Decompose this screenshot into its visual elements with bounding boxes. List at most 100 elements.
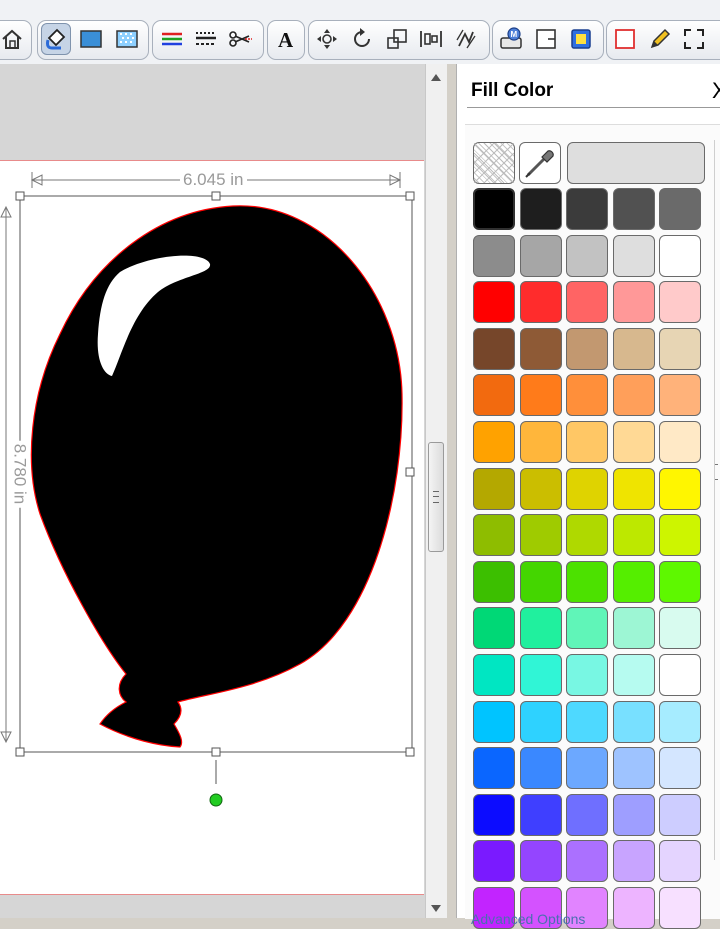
- color-swatch[interactable]: [659, 467, 702, 510]
- color-swatch[interactable]: [566, 514, 609, 557]
- color-swatch[interactable]: [612, 747, 655, 790]
- color-swatch[interactable]: [566, 840, 609, 883]
- advanced-options-link[interactable]: Advanced Options: [471, 911, 585, 927]
- color-swatch[interactable]: [659, 234, 702, 277]
- color-swatch[interactable]: [612, 887, 655, 929]
- color-swatch[interactable]: [519, 793, 562, 836]
- color-swatch[interactable]: [519, 840, 562, 883]
- fill-color-button[interactable]: [41, 23, 71, 55]
- color-swatch[interactable]: [519, 654, 562, 696]
- color-swatch[interactable]: [612, 327, 655, 370]
- cut-style-button[interactable]: [225, 23, 255, 55]
- home-button[interactable]: [0, 23, 27, 55]
- color-swatch[interactable]: [473, 654, 515, 696]
- add-page-button[interactable]: [531, 23, 561, 55]
- handle-top-left[interactable]: [15, 191, 25, 201]
- color-swatch[interactable]: [519, 327, 562, 370]
- fullscreen-button[interactable]: [679, 23, 709, 55]
- color-swatch[interactable]: [612, 234, 655, 277]
- fill-solid-button[interactable]: [76, 23, 106, 55]
- color-swatch[interactable]: [519, 421, 562, 463]
- color-swatch[interactable]: [473, 840, 515, 883]
- color-swatch[interactable]: [519, 281, 562, 324]
- color-swatch[interactable]: [659, 560, 702, 603]
- color-swatch[interactable]: [659, 188, 702, 230]
- handle-top[interactable]: [211, 191, 221, 201]
- color-swatch[interactable]: [612, 421, 655, 463]
- color-swatch[interactable]: [566, 421, 609, 463]
- color-swatch[interactable]: [659, 514, 702, 557]
- color-swatch[interactable]: [612, 607, 655, 650]
- color-swatch[interactable]: [659, 281, 702, 324]
- color-swatch[interactable]: [519, 700, 562, 743]
- scroll-down-arrow-icon[interactable]: [431, 905, 441, 912]
- handle-bottom[interactable]: [211, 747, 221, 757]
- color-swatch[interactable]: [612, 840, 655, 883]
- color-swatch[interactable]: [566, 560, 609, 603]
- color-swatch[interactable]: [612, 793, 655, 836]
- balloon-shape[interactable]: [30, 205, 403, 748]
- move-button[interactable]: [312, 23, 342, 55]
- color-swatch[interactable]: [659, 700, 702, 743]
- color-swatch[interactable]: [612, 514, 655, 557]
- rotate-button[interactable]: [347, 23, 377, 55]
- color-swatch[interactable]: [473, 374, 515, 417]
- panel-scroll-grip[interactable]: [715, 464, 718, 480]
- design-canvas[interactable]: 6.045 in 8.780 in: [0, 64, 425, 918]
- color-swatch[interactable]: [519, 514, 562, 557]
- color-swatch[interactable]: [659, 654, 702, 696]
- no-fill-swatch[interactable]: [473, 142, 515, 184]
- color-swatch[interactable]: [473, 281, 515, 324]
- color-swatch[interactable]: [473, 700, 515, 743]
- fill-pattern-button[interactable]: [112, 23, 142, 55]
- color-swatch[interactable]: [659, 607, 702, 650]
- eyedropper-button[interactable]: [519, 142, 561, 184]
- panel-scrollbar[interactable]: [714, 140, 715, 860]
- send-to-cutter-button[interactable]: M: [496, 23, 526, 55]
- color-swatch[interactable]: [519, 234, 562, 277]
- color-swatch[interactable]: [659, 840, 702, 883]
- panel-splitter[interactable]: [447, 64, 456, 918]
- color-swatch[interactable]: [473, 421, 515, 463]
- line-style-button[interactable]: [191, 23, 221, 55]
- color-swatch[interactable]: [612, 700, 655, 743]
- color-swatch[interactable]: [473, 327, 515, 370]
- handle-bottom-right[interactable]: [405, 747, 415, 757]
- color-swatch[interactable]: [566, 467, 609, 510]
- color-swatch[interactable]: [473, 514, 515, 557]
- rotate-handle[interactable]: [209, 793, 223, 807]
- handle-right[interactable]: [405, 467, 415, 477]
- color-swatch[interactable]: [566, 374, 609, 417]
- color-swatch[interactable]: [566, 700, 609, 743]
- color-swatch[interactable]: [659, 421, 702, 463]
- color-swatch[interactable]: [473, 234, 515, 277]
- color-swatch[interactable]: [473, 560, 515, 603]
- color-swatch[interactable]: [473, 467, 515, 510]
- color-swatch[interactable]: [612, 374, 655, 417]
- color-swatch[interactable]: [519, 374, 562, 417]
- color-swatch[interactable]: [519, 467, 562, 510]
- color-swatch[interactable]: [659, 327, 702, 370]
- color-swatch[interactable]: [659, 793, 702, 836]
- scroll-thumb[interactable]: [428, 442, 444, 552]
- align-button[interactable]: [416, 23, 446, 55]
- replicate-button[interactable]: [451, 23, 481, 55]
- color-swatch[interactable]: [659, 887, 702, 929]
- color-swatch[interactable]: [519, 560, 562, 603]
- color-swatch[interactable]: [566, 747, 609, 790]
- color-swatch[interactable]: [566, 234, 609, 277]
- pencil-button[interactable]: [645, 23, 675, 55]
- color-swatch[interactable]: [519, 607, 562, 650]
- color-swatch[interactable]: [566, 793, 609, 836]
- scroll-up-arrow-icon[interactable]: [431, 74, 441, 81]
- color-swatch[interactable]: [566, 281, 609, 324]
- color-swatch[interactable]: [659, 374, 702, 417]
- color-swatch[interactable]: [519, 188, 562, 230]
- text-button[interactable]: A: [271, 23, 301, 55]
- color-swatch[interactable]: [612, 467, 655, 510]
- color-swatch[interactable]: [612, 281, 655, 324]
- scale-button[interactable]: [382, 23, 412, 55]
- color-swatch[interactable]: [566, 654, 609, 696]
- canvas-vertical-scrollbar[interactable]: [425, 64, 447, 918]
- color-swatch[interactable]: [612, 560, 655, 603]
